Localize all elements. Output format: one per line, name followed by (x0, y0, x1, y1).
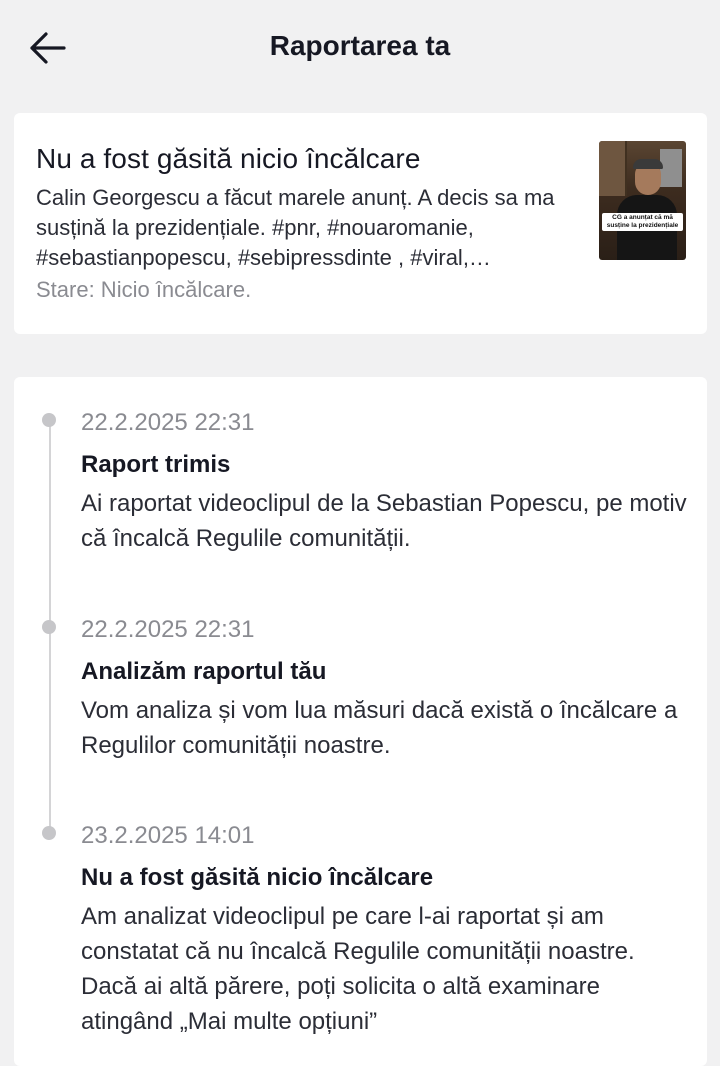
timeline-date: 22.2.2025 22:31 (81, 409, 255, 436)
back-button[interactable] (26, 28, 70, 68)
timeline-dot (42, 826, 56, 840)
timeline-title: Analizăm raportul tău (81, 658, 327, 685)
reported-video-card[interactable]: Nu a fost găsită nicio încălcare Calin G… (14, 113, 707, 334)
video-thumbnail[interactable]: CG a anunțat că mă susține la prezidenți… (599, 141, 686, 260)
timeline-text: Ai raportat videoclipul de la Sebastian … (81, 490, 687, 552)
report-timeline: 22.2.2025 22:31 Raport trimis Ai raporta… (14, 377, 707, 1066)
timeline-date: 23.2.2025 14:01 (81, 822, 255, 849)
timeline-dot (42, 413, 56, 427)
video-status: Stare: Nicio încălcare. (36, 277, 252, 302)
timeline-date: 22.2.2025 22:31 (81, 616, 255, 643)
thumbnail-caption: CG a anunțat că mă susține la prezidenți… (602, 213, 683, 231)
video-verdict-title: Nu a fost găsită nicio încălcare (36, 143, 421, 174)
timeline-text: Vom analiza și vom lua măsuri dacă exist… (81, 697, 678, 759)
top-bar: Raportarea ta (0, 0, 720, 92)
page-title: Raportarea ta (269, 30, 451, 61)
timeline-title: Nu a fost găsită nicio încălcare (81, 864, 434, 891)
timeline-dot (42, 620, 56, 634)
arrow-left-icon (30, 32, 66, 64)
timeline-text: Am analizat videoclipul pe care l-ai rap… (81, 903, 635, 1035)
timeline-title: Raport trimis (81, 451, 231, 478)
video-description: Calin Georgescu a făcut marele anunț. A … (36, 185, 555, 270)
